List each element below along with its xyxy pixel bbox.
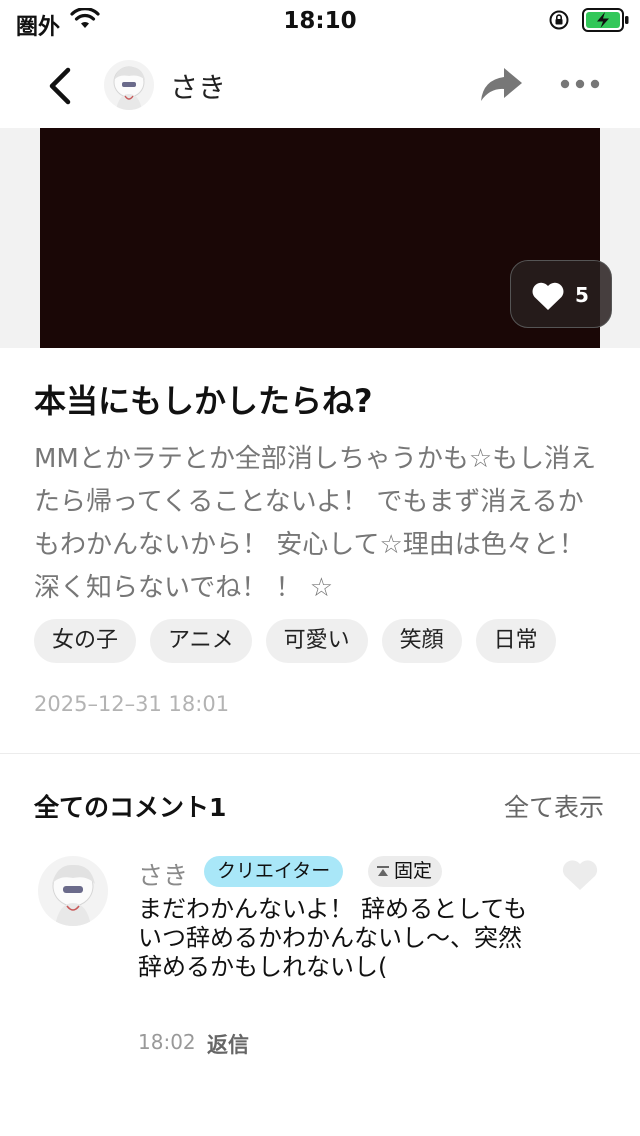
tag-chip[interactable]: 日常	[475, 619, 556, 663]
media-container: 5	[0, 128, 640, 348]
avatar-image	[104, 60, 154, 110]
post-date: 2025–12–31 18:01	[34, 692, 230, 716]
creator-badge: クリエイター	[204, 856, 344, 887]
post-body: MMとかラテとか全部消しちゃうかも☆もし消えたら帰ってくることないよ！ でもまず…	[34, 444, 597, 603]
pinned-badge: 固定	[368, 856, 443, 887]
comment-author[interactable]: さき	[138, 856, 188, 892]
like-button[interactable]: 5	[510, 260, 612, 328]
comment-time: 18:02	[138, 1030, 196, 1054]
avatar[interactable]	[104, 60, 154, 110]
tag-chip[interactable]: 笑顔	[381, 619, 462, 663]
comments-header: 全てのコメント1	[34, 793, 227, 822]
more-icon[interactable]	[558, 72, 602, 96]
nav-bar: さき	[0, 44, 640, 128]
orientation-lock-icon	[549, 10, 569, 30]
show-all-link[interactable]: 全て表示	[504, 788, 604, 824]
heart-icon	[532, 282, 564, 310]
divider	[0, 753, 640, 754]
tag-chip[interactable]: アニメ	[150, 619, 252, 663]
comment-text: まだわかんないよ！ 辞めるとしてもいつ辞めるかわかんないし～、突然辞めるかもしれ…	[138, 895, 528, 981]
tag-chip[interactable]: 可愛い	[265, 619, 368, 663]
avatar-image	[38, 856, 108, 926]
comment-avatar[interactable]	[38, 856, 108, 926]
reply-button[interactable]: 返信	[207, 1029, 249, 1059]
battery-icon	[582, 8, 629, 32]
comment-like-icon[interactable]	[561, 858, 599, 892]
nav-username[interactable]: さき	[170, 66, 226, 106]
tag-chip[interactable]: 女の子	[34, 619, 137, 663]
like-count: 5	[575, 283, 589, 307]
pin-icon	[377, 865, 389, 876]
back-icon[interactable]	[40, 64, 80, 108]
clock: 18:10	[283, 8, 357, 34]
pinned-badge-label: 固定	[394, 860, 433, 882]
tag-list: 女の子 アニメ 可愛い 笑顔 日常	[34, 619, 556, 663]
share-icon[interactable]	[478, 66, 524, 104]
status-bar: 圏外 18:10	[0, 0, 640, 44]
post-title: 本当にもしかしたらね?	[34, 382, 373, 420]
